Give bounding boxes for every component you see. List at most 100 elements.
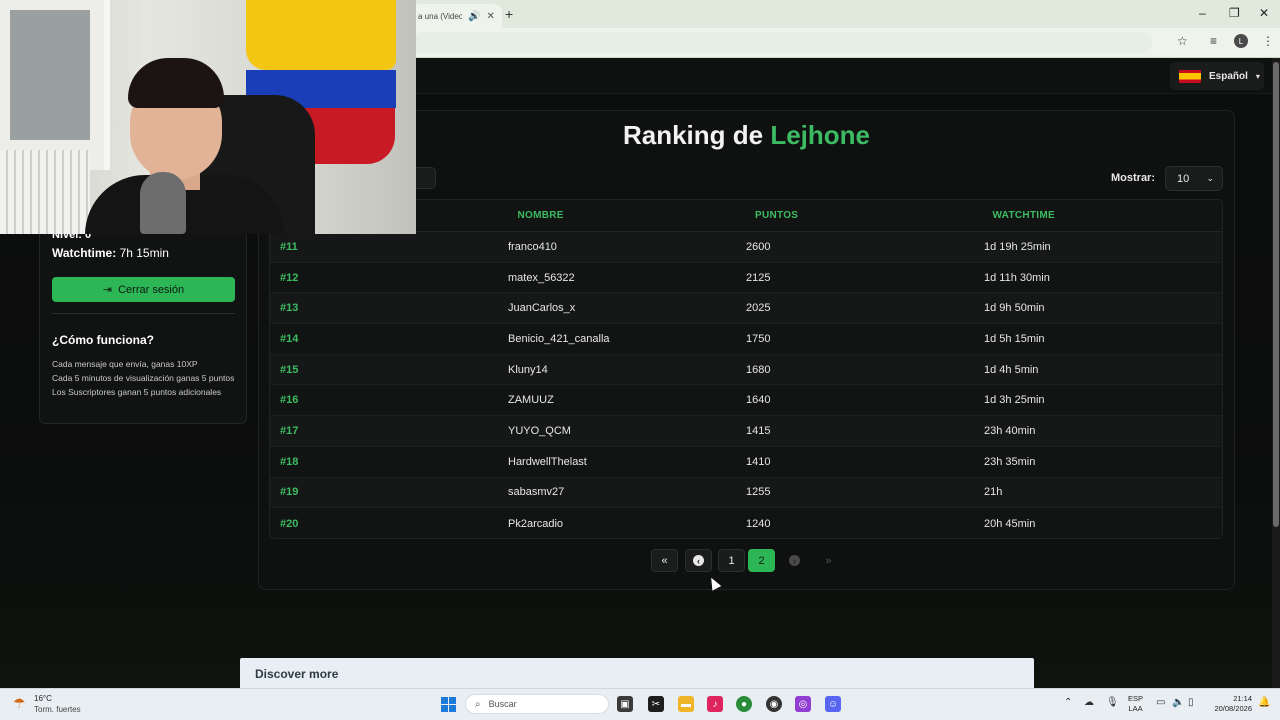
new-tab-button[interactable]: +	[505, 6, 513, 22]
cell-name: Kluny14	[508, 363, 548, 376]
discover-more-banner[interactable]: Discover more	[240, 658, 1034, 688]
column-watchtime[interactable]: WATCHTIME	[992, 210, 1222, 221]
cell-watchtime: 20h 45min	[984, 517, 1036, 530]
url-field[interactable]	[412, 32, 1152, 54]
last-page-button[interactable]: »	[815, 549, 842, 572]
cell-name: Benicio_421_canalla	[508, 332, 610, 345]
weather-storm-icon[interactable]: ☂	[13, 695, 26, 712]
cell-watchtime: 1d 19h 25min	[984, 240, 1051, 253]
maximize-button[interactable]: ❐	[1229, 6, 1240, 20]
notifications-bell-icon[interactable]: 🔔	[1258, 697, 1270, 708]
logout-label: Cerrar sesión	[118, 283, 185, 296]
show-label: Mostrar:	[1111, 172, 1156, 184]
browser-menu-icon[interactable]: ⋮	[1262, 34, 1274, 48]
first-page-button[interactable]: «	[651, 549, 678, 572]
cell-rank: #16	[280, 394, 299, 407]
ranking-table: NOMBRE PUNTOS WATCHTIME #11 franco410 26…	[269, 199, 1223, 539]
search-input[interactable]	[416, 167, 436, 189]
cam-window-pane	[10, 10, 90, 140]
cell-watchtime: 1d 3h 25min	[984, 394, 1045, 407]
cell-watchtime: 23h 35min	[984, 455, 1036, 468]
system-clock[interactable]: 21:14 20/08/2026	[1208, 694, 1252, 714]
minimize-button[interactable]: –	[1199, 6, 1206, 20]
next-page-button[interactable]: ›	[781, 549, 808, 572]
capcut-app-icon[interactable]: ✂	[648, 696, 664, 712]
cell-rank: #12	[280, 271, 299, 284]
cell-rank: #11	[280, 240, 298, 253]
title-prefix: Ranking de	[622, 120, 764, 150]
cell-name: JuanCarlos_x	[508, 302, 576, 315]
cell-rank: #18	[280, 455, 299, 468]
cell-watchtime: 1d 4h 5min	[984, 363, 1039, 376]
rule-item: Cada 5 minutos de visualización ganas 5 …	[52, 373, 235, 383]
table-body: #11 franco410 2600 1d 19h 25min #12 mate…	[270, 232, 1222, 538]
table-row: #16 ZAMUUZ 1640 1d 3h 25min	[270, 385, 1222, 417]
file-explorer-icon[interactable]: ▬	[678, 696, 694, 712]
input-language-line2: LAA	[1128, 704, 1143, 713]
task-view-icon[interactable]: ▣	[617, 696, 633, 712]
microphone-icon[interactable]: 🎙	[1106, 697, 1119, 708]
cell-rank: #14	[280, 332, 299, 345]
discord-app-icon[interactable]: ☺	[825, 696, 841, 712]
streaming-app-icon[interactable]: ◎	[795, 696, 811, 712]
taskbar-search[interactable]: ⌕ Buscar	[465, 694, 609, 714]
watchtime-value: 7h 15min	[119, 246, 169, 260]
bookmark-star-icon[interactable]: ☆	[1177, 34, 1188, 48]
profile-avatar[interactable]: L	[1234, 34, 1248, 48]
monitor-icon[interactable]: ▭	[1156, 697, 1165, 708]
cell-name: sabasmv27	[508, 486, 565, 499]
table-row: #13 JuanCarlos_x 2025 1d 9h 50min	[270, 293, 1222, 325]
column-points[interactable]: PUNTOS	[755, 210, 993, 221]
webcam-overlay	[0, 0, 416, 234]
chevron-down-icon: ▾	[1255, 71, 1260, 81]
cam-window	[0, 0, 110, 170]
cell-watchtime: 21h	[984, 486, 1003, 499]
cell-points: 1415	[746, 424, 771, 437]
streamer-name: Lejhone	[770, 120, 871, 150]
cell-watchtime: 1d 9h 50min	[984, 302, 1045, 315]
close-tab-icon[interactable]: ✕	[486, 11, 494, 22]
table-row: #17 YUYO_QCM 1415 23h 40min	[270, 416, 1222, 447]
rule-item: Cada mensaje que envía, ganas 10XP	[52, 359, 198, 369]
chrome-app-icon[interactable]: ●	[736, 696, 752, 712]
close-window-button[interactable]: ✕	[1259, 6, 1269, 20]
cell-name: franco410	[508, 240, 557, 253]
language-selector[interactable]: Español ▾	[1170, 62, 1264, 90]
cell-name: ZAMUUZ	[508, 394, 554, 407]
circle-chevron-left-icon: ‹	[693, 555, 704, 566]
scrollbar-thumb[interactable]	[1273, 62, 1279, 527]
cell-rank: #20	[280, 517, 299, 530]
obs-app-icon[interactable]: ◉	[766, 696, 782, 712]
input-language[interactable]: ESP LAA	[1128, 694, 1143, 714]
weather-description[interactable]: Torm. fuertes	[34, 705, 81, 714]
page-size-select[interactable]: 10 ⌄	[1165, 166, 1223, 191]
page-button-1[interactable]: 1	[718, 549, 745, 572]
screen: a una (Video 🔊 ✕ + – ❐ ✕ ☆ ≡ L ⋮ Español…	[0, 0, 1280, 720]
rule-item: Los Suscriptores ganan 5 puntos adiciona…	[52, 387, 222, 397]
cell-rank: #13	[280, 302, 299, 315]
table-row: #11 franco410 2600 1d 19h 25min	[270, 232, 1222, 263]
cell-watchtime: 23h 40min	[984, 424, 1036, 437]
media-queue-icon[interactable]: ≡	[1210, 34, 1217, 48]
prev-page-button[interactable]: ‹	[685, 549, 712, 572]
column-name[interactable]: NOMBRE	[517, 210, 755, 221]
page-size-value: 10	[1177, 172, 1190, 185]
windows-start-icon[interactable]	[441, 697, 456, 712]
browser-tab[interactable]: a una (Video 🔊 ✕	[412, 4, 502, 28]
table-row: #19 sabasmv27 1255 21h	[270, 477, 1222, 509]
chevron-up-icon[interactable]: ⌃	[1064, 697, 1072, 708]
cell-points: 2600	[746, 240, 771, 253]
how-it-works-title: ¿Cómo funciona?	[52, 333, 154, 347]
cam-radiator	[0, 150, 90, 234]
page-button-2-active[interactable]: 2	[748, 549, 775, 572]
tiktok-app-icon[interactable]: ♪	[707, 696, 723, 712]
network-cloud-icon[interactable]: ☁	[1084, 697, 1094, 708]
cam-flag-yellow	[246, 0, 396, 70]
logout-button[interactable]: ⇥ Cerrar sesión	[52, 277, 235, 302]
logout-icon: ⇥	[102, 284, 113, 296]
volume-icon[interactable]: 🔈	[1172, 697, 1184, 708]
battery-icon[interactable]: ▯	[1188, 697, 1194, 708]
user-watchtime: Watchtime: 7h 15min	[52, 246, 169, 260]
weather-temperature[interactable]: 16°C	[34, 694, 52, 703]
speaker-icon[interactable]: 🔊	[468, 11, 480, 22]
